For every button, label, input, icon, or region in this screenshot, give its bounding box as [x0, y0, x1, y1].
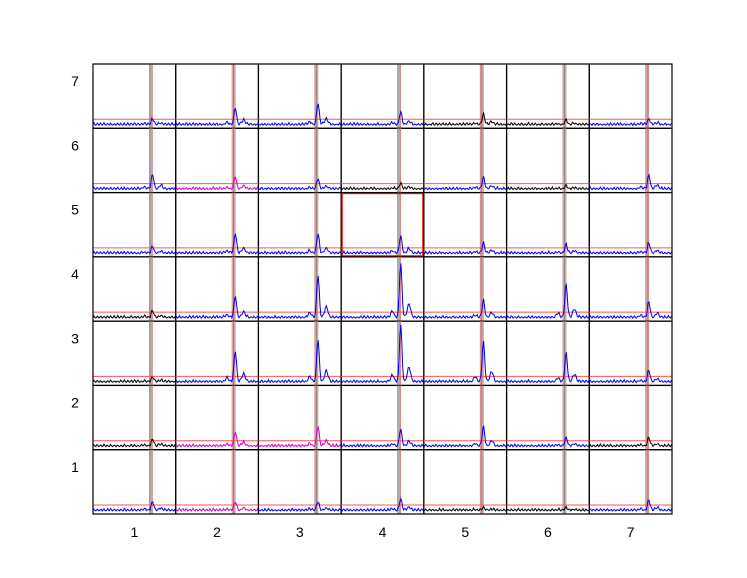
y-tick-label: 3 — [71, 330, 79, 346]
x-tick-label: 7 — [627, 524, 635, 540]
x-tick-label: 2 — [213, 524, 221, 540]
x-tick-label: 1 — [130, 524, 138, 540]
x-tick-label: 5 — [461, 524, 469, 540]
x-tick-label: 4 — [379, 524, 387, 540]
y-tick-label: 2 — [71, 395, 79, 411]
x-tick-label: 3 — [296, 524, 304, 540]
x-tick-label: 6 — [544, 524, 552, 540]
y-tick-label: 1 — [71, 459, 79, 475]
y-tick-label: 5 — [71, 202, 79, 218]
figure-background — [0, 0, 747, 578]
y-tick-label: 7 — [71, 73, 79, 89]
y-tick-label: 6 — [71, 137, 79, 153]
plot-grid-figure: 1 2 3 4 5 6 7 1 2 3 4 5 6 7 — [0, 0, 747, 578]
y-tick-label: 4 — [71, 266, 79, 282]
